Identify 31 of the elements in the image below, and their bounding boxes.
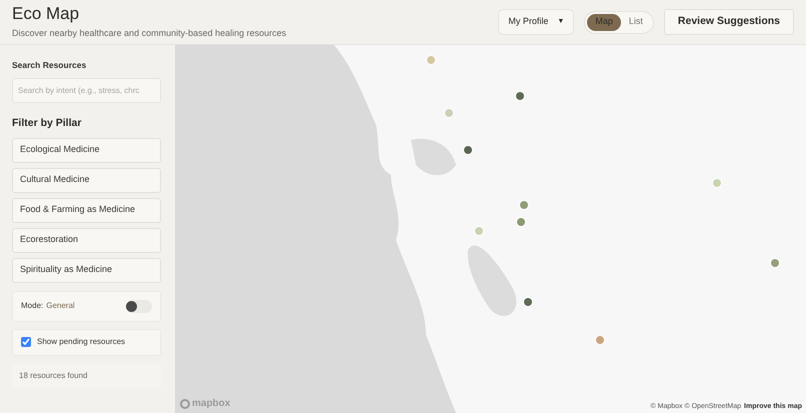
pending-checkbox[interactable] bbox=[21, 337, 31, 347]
map-marker[interactable] bbox=[462, 144, 473, 155]
mode-label: Mode: bbox=[21, 300, 44, 312]
search-field[interactable]: Search by intent (e.g., stress, chrc bbox=[12, 78, 161, 103]
pillar-filter-button[interactable]: Cultural Medicine bbox=[12, 168, 161, 192]
map-marker[interactable] bbox=[426, 55, 436, 66]
filter-heading: Filter by Pillar bbox=[12, 116, 82, 131]
pillar-filter-button[interactable]: Spirituality as Medicine bbox=[12, 258, 161, 282]
map-marker[interactable] bbox=[516, 217, 526, 227]
map-marker[interactable] bbox=[523, 296, 534, 307]
logo-text: mapbox bbox=[192, 399, 230, 409]
pillar-filter-button[interactable]: Ecorestoration bbox=[12, 228, 161, 252]
map-marker[interactable] bbox=[594, 335, 605, 346]
map-marker[interactable] bbox=[444, 108, 454, 118]
map-marker[interactable] bbox=[514, 91, 525, 102]
pending-label: Show pending resources bbox=[37, 336, 126, 348]
view-tab[interactable]: List bbox=[620, 14, 651, 30]
map-marker[interactable] bbox=[518, 200, 529, 210]
app-title: Eco Map bbox=[12, 4, 80, 24]
review-suggestions-button[interactable]: Review Suggestions bbox=[664, 9, 794, 35]
mode-value: General bbox=[46, 300, 75, 312]
search-label: Search Resources bbox=[12, 59, 88, 72]
logo-icon bbox=[180, 399, 190, 409]
app-subtitle: Discover nearby healthcare and community-based healing resources bbox=[12, 26, 286, 40]
map-marker[interactable] bbox=[712, 178, 722, 188]
pillar-filter-button[interactable]: Ecological Medicine bbox=[12, 138, 161, 162]
map-marker[interactable] bbox=[770, 258, 780, 268]
profile-label: My Profile bbox=[508, 15, 548, 28]
pillar-filter-button[interactable]: Food & Farming as Medicine bbox=[12, 198, 161, 222]
mode-switch[interactable] bbox=[126, 300, 152, 312]
map-marker[interactable] bbox=[474, 226, 484, 236]
